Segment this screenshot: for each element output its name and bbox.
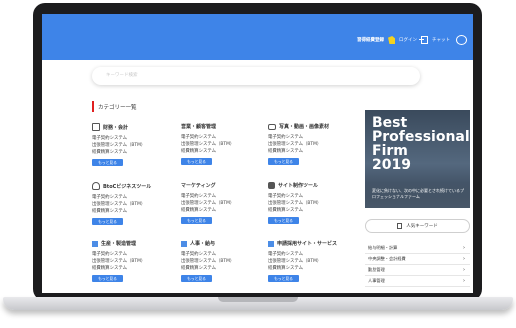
more-button[interactable]: もっと見る	[92, 275, 123, 282]
block-title[interactable]: 人事・給与	[190, 240, 215, 247]
login-icon[interactable]	[419, 36, 429, 44]
category-block: 人事・給与 電子契約システム 出張管理システム（BTM） 経費精算システム もっ…	[181, 240, 267, 282]
chevron-right-icon: ›	[463, 278, 465, 284]
category-heading: カテゴリー一覧	[92, 101, 137, 112]
block-title[interactable]: 生産・製造管理	[101, 240, 136, 247]
chevron-right-icon: ›	[463, 245, 465, 251]
list-item[interactable]: 経費精算システム	[268, 265, 354, 272]
calculator-icon	[92, 123, 100, 131]
block-title[interactable]: 写真・動画・画像素材	[279, 123, 329, 130]
list-item[interactable]: 出張管理システム（BTM）	[268, 141, 354, 148]
more-button[interactable]: もっと見る	[181, 275, 212, 282]
ad-line: Best	[372, 115, 408, 131]
list-item[interactable]: 経費精算システム	[92, 265, 178, 272]
block-title[interactable]: 財務・会計	[103, 124, 128, 131]
chip-icon	[268, 182, 275, 189]
ad-banner[interactable]: Best Professional Firm 2019 変化に負けない、次の中に…	[365, 110, 470, 208]
header-nav: 習得経費登録 ログイン チャット	[357, 35, 467, 45]
block-title[interactable]: サイト制作ツール	[278, 182, 318, 189]
ad-line: 2019	[372, 157, 411, 173]
list-item[interactable]: 電子契約システム	[268, 134, 354, 141]
category-block: サイト制作ツール 電子契約システム 出張管理システム（BTM） 経費精算システム…	[268, 182, 354, 224]
more-button[interactable]: もっと見る	[268, 217, 299, 224]
more-button[interactable]: もっと見る	[92, 218, 123, 225]
list-item[interactable]: 電子契約システム	[181, 193, 267, 200]
chevron-right-icon: ›	[463, 256, 465, 262]
hand-icon	[388, 36, 396, 44]
header-bar: 習得経費登録 ログイン チャット	[42, 14, 473, 60]
list-item[interactable]: 出張管理システム（BTM）	[268, 258, 354, 265]
category-block: 申請採用サイト・サービス 電子契約システム 出張管理システム（BTM） 経費精算…	[268, 240, 354, 282]
block-title[interactable]: マーケティング	[181, 182, 216, 189]
ad-line: Professional	[372, 129, 470, 145]
keyword-list: 給与明細・計算 › 中央調整・会計経費 › 勤怠管理 › 人事管理 ›	[365, 243, 470, 287]
block-title[interactable]: 営業・顧客管理	[181, 123, 216, 130]
more-button[interactable]: もっと見る	[268, 158, 299, 165]
more-button[interactable]: もっと見る	[92, 159, 123, 166]
list-item[interactable]: 出張管理システム（BTM）	[92, 258, 178, 265]
list-item[interactable]: 電子契約システム	[92, 194, 178, 201]
category-block: マーケティング 電子契約システム 出張管理システム（BTM） 経費精算システム …	[181, 182, 267, 224]
block-title[interactable]: 申請採用サイト・サービス	[277, 240, 337, 247]
square-icon	[268, 240, 274, 247]
list-item[interactable]: 経費精算システム	[268, 207, 354, 214]
keyword-item[interactable]: 勤怠管理 ›	[365, 265, 470, 276]
document-icon	[397, 223, 403, 229]
laptop-notch	[218, 297, 298, 302]
list-item[interactable]: 経費精算システム	[181, 265, 267, 272]
list-item[interactable]: 経費精算システム	[268, 148, 354, 155]
list-item[interactable]: 電子契約システム	[92, 135, 178, 142]
popular-keywords-button[interactable]: 人気キーワード	[365, 219, 470, 233]
chevron-right-icon: ›	[463, 267, 465, 273]
category-block: BtoCビジネスツール 電子契約システム 出張管理システム（BTM） 経費精算シ…	[92, 182, 178, 225]
camera-icon	[268, 123, 276, 130]
list-item[interactable]: 電子契約システム	[92, 251, 178, 258]
list-item[interactable]: 電子契約システム	[181, 134, 267, 141]
list-item[interactable]: 電子契約システム	[268, 251, 354, 258]
list-item[interactable]: 電子契約システム	[268, 193, 354, 200]
square-icon	[181, 240, 187, 247]
keyword-item[interactable]: 中央調整・会計経費 ›	[365, 254, 470, 265]
bag-icon	[92, 182, 100, 190]
list-item[interactable]: 経費精算システム	[92, 149, 178, 156]
chat-link[interactable]: チャット	[432, 37, 450, 43]
more-button[interactable]: もっと見る	[268, 275, 299, 282]
popular-keywords-label: 人気キーワード	[406, 224, 438, 229]
list-item[interactable]: 出張管理システム（BTM）	[181, 258, 267, 265]
ad-subtitle: 変化に負けない、次の中に必要とされ続けているプロフェッショナルファーム	[372, 188, 464, 199]
list-item[interactable]: 経費精算システム	[181, 207, 267, 214]
list-item[interactable]: 経費精算システム	[92, 208, 178, 215]
keyword-item[interactable]: 人事管理 ›	[365, 276, 470, 287]
category-block: 財務・会計 電子契約システム 出張管理システム（BTM） 経費精算システム もっ…	[92, 123, 178, 166]
more-button[interactable]: もっと見る	[181, 158, 212, 165]
list-item[interactable]: 電子契約システム	[181, 251, 267, 258]
keyword-item[interactable]: 給与明細・計算 ›	[365, 243, 470, 254]
more-button[interactable]: もっと見る	[181, 217, 212, 224]
screen: 習得経費登録 ログイン チャット キーワード検索 カテゴリー一覧 財務・会計 電…	[42, 14, 473, 293]
category-block: 写真・動画・画像素材 電子契約システム 出張管理システム（BTM） 経費精算シス…	[268, 123, 354, 165]
category-block: 営業・顧客管理 電子契約システム 出張管理システム（BTM） 経費精算システム …	[181, 123, 267, 165]
block-title[interactable]: BtoCビジネスツール	[103, 183, 151, 190]
heading-accent-bar	[92, 101, 94, 112]
ad-headline: Best Professional Firm 2019	[372, 116, 470, 172]
square-icon	[92, 240, 98, 247]
category-block: 生産・製造管理 電子契約システム 出張管理システム（BTM） 経費精算システム …	[92, 240, 178, 282]
list-item[interactable]: 出張管理システム（BTM）	[268, 200, 354, 207]
ad-line: Firm	[372, 143, 408, 159]
list-item[interactable]: 出張管理システム（BTM）	[181, 141, 267, 148]
search-placeholder: キーワード検索	[106, 73, 138, 78]
list-item[interactable]: 出張管理システム（BTM）	[92, 142, 178, 149]
login-link[interactable]: ログイン	[399, 37, 417, 43]
brand-link[interactable]: 習得経費登録	[357, 37, 384, 43]
list-item[interactable]: 出張管理システム（BTM）	[92, 201, 178, 208]
search-input[interactable]: キーワード検索	[92, 67, 420, 85]
chat-icon[interactable]	[456, 35, 467, 45]
category-title: カテゴリー一覧	[98, 104, 137, 111]
list-item[interactable]: 経費精算システム	[181, 148, 267, 155]
list-item[interactable]: 出張管理システム（BTM）	[181, 200, 267, 207]
laptop-mockup: 習得経費登録 ログイン チャット キーワード検索 カテゴリー一覧 財務・会計 電…	[0, 0, 516, 328]
